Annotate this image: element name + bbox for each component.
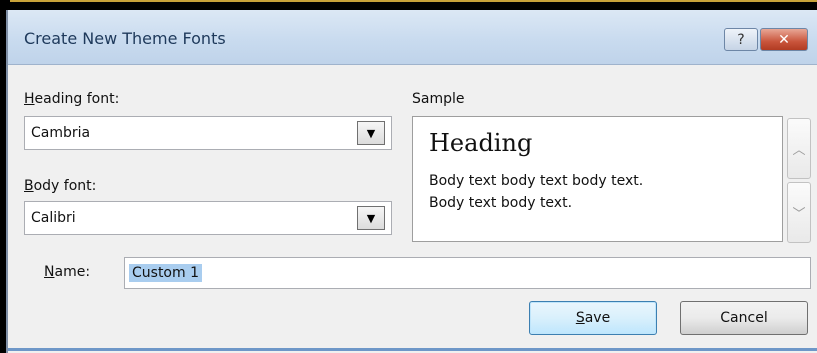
name-label: Name: [44, 264, 91, 280]
body-font-dropdown[interactable]: Calibri ▼ [24, 201, 392, 235]
chevron-down-icon[interactable]: ▼ [357, 206, 385, 230]
sample-preview: Heading Body text body text body text. B… [412, 116, 783, 242]
sample-scroll-down-button[interactable]: ﹀ [787, 182, 811, 243]
heading-font-value: Cambria [31, 125, 91, 141]
chevron-down-icon: ﹀ [792, 207, 806, 222]
name-input[interactable]: Custom 1 [124, 257, 811, 289]
name-input-value[interactable]: Custom 1 [129, 264, 202, 282]
close-icon: ✕ [778, 31, 790, 48]
help-icon: ? [737, 31, 745, 48]
help-button[interactable]: ? [724, 28, 758, 51]
sample-label: Sample [412, 91, 465, 107]
dialog-bottom-border [8, 348, 817, 351]
chevron-up-icon: ︿ [792, 143, 806, 158]
body-font-value: Calibri [31, 210, 76, 226]
sample-scroll-up-button[interactable]: ︿ [787, 118, 811, 179]
heading-font-label: Heading font: [24, 91, 120, 107]
heading-font-dropdown[interactable]: Cambria ▼ [24, 116, 392, 150]
chevron-down-icon[interactable]: ▼ [357, 121, 385, 145]
save-button[interactable]: Save [529, 301, 657, 335]
close-button[interactable]: ✕ [760, 28, 808, 51]
body-font-label: Body font: [24, 178, 97, 194]
background-window-edge [10, 0, 817, 2]
sample-body-line-1: Body text body text body text. [429, 173, 644, 189]
dialog-title: Create New Theme Fonts [24, 29, 226, 48]
title-bar[interactable]: Create New Theme Fonts ? ✕ [8, 10, 817, 65]
sample-heading-text: Heading [429, 129, 533, 157]
cancel-button[interactable]: Cancel [680, 301, 808, 335]
create-theme-fonts-dialog: Create New Theme Fonts ? ✕ Heading font:… [6, 10, 817, 353]
sample-body-line-2: Body text body text. [429, 195, 573, 211]
